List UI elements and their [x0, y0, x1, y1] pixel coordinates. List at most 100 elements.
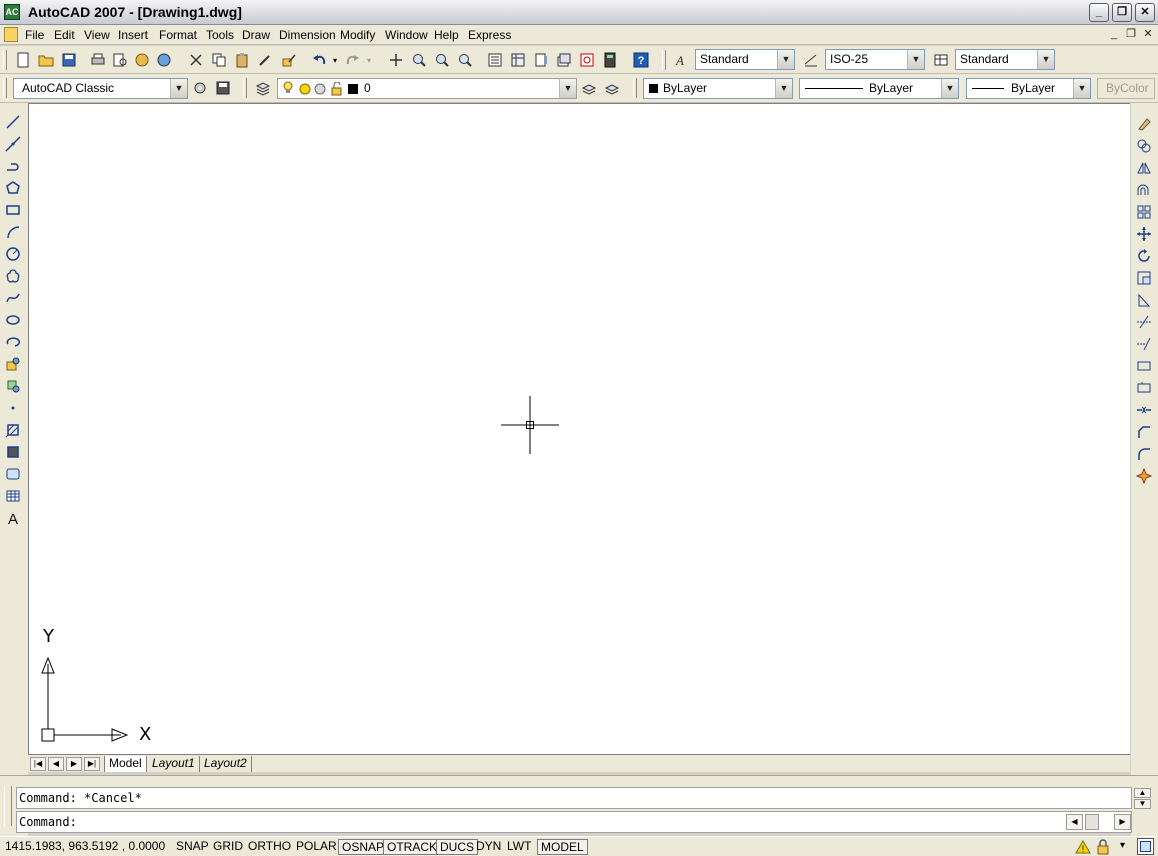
- toolbar-grip[interactable]: [662, 50, 666, 70]
- make-object-layer-current-icon[interactable]: [579, 78, 599, 98]
- autocad-app-icon[interactable]: AC: [4, 4, 20, 20]
- command-input[interactable]: Command:: [16, 811, 1132, 833]
- make-block-icon[interactable]: [3, 376, 23, 396]
- break-at-point-icon[interactable]: [1134, 356, 1154, 376]
- save-workspace-icon[interactable]: [213, 78, 233, 98]
- redo-dropdown-icon[interactable]: ▾: [367, 56, 371, 65]
- layer-unlock-icon[interactable]: [330, 82, 344, 96]
- dyn-toggle[interactable]: DYN: [473, 839, 504, 855]
- tab-layout2[interactable]: Layout2: [200, 756, 252, 772]
- layer-previous-icon[interactable]: [602, 78, 622, 98]
- explode-icon[interactable]: [1134, 466, 1154, 486]
- ortho-toggle[interactable]: ORTHO: [245, 839, 294, 855]
- paste-icon[interactable]: [232, 50, 252, 70]
- table-style-icon[interactable]: [931, 50, 951, 70]
- document-icon[interactable]: [4, 27, 18, 42]
- ellipse-arc-icon[interactable]: [3, 332, 23, 352]
- properties-icon[interactable]: [485, 50, 505, 70]
- chevron-down-icon[interactable]: ▼: [1037, 50, 1054, 69]
- restore-icon[interactable]: ❐: [1112, 3, 1132, 22]
- lwt-toggle[interactable]: LWT: [504, 839, 534, 855]
- menu-help[interactable]: Help: [433, 28, 460, 42]
- menu-view[interactable]: View: [83, 28, 111, 42]
- polygon-icon[interactable]: [3, 178, 23, 198]
- hatch-icon[interactable]: [3, 420, 23, 440]
- menu-edit[interactable]: Edit: [53, 28, 76, 42]
- title-bar[interactable]: AC AutoCAD 2007 - [Drawing1.dwg] _ ❐ ✕: [0, 0, 1158, 25]
- point-icon[interactable]: [3, 398, 23, 418]
- layer-thaw-sun-icon[interactable]: [298, 82, 312, 96]
- polar-toggle[interactable]: POLAR: [293, 839, 340, 855]
- construction-line-icon[interactable]: [3, 134, 23, 154]
- cut-icon[interactable]: [186, 50, 206, 70]
- line-icon[interactable]: [3, 112, 23, 132]
- dimension-style-icon[interactable]: [801, 50, 821, 70]
- rotate-icon[interactable]: [1134, 246, 1154, 266]
- otrack-toggle[interactable]: OTRACK: [383, 839, 442, 855]
- trim-icon[interactable]: [1134, 312, 1154, 332]
- scale-icon[interactable]: [1134, 268, 1154, 288]
- chevron-down-icon[interactable]: ▼: [1073, 79, 1090, 98]
- linetype-control-dropdown[interactable]: ByLayer ▼: [799, 78, 959, 99]
- tool-palettes-icon[interactable]: [531, 50, 551, 70]
- command-window-grip[interactable]: [4, 786, 12, 826]
- copy-object-icon[interactable]: [1134, 136, 1154, 156]
- multiline-text-icon[interactable]: A: [3, 508, 23, 528]
- sheet-set-manager-icon[interactable]: [554, 50, 574, 70]
- layer-on-bulb-icon[interactable]: [282, 81, 294, 95]
- lineweight-control-dropdown[interactable]: ByLayer ▼: [966, 78, 1091, 99]
- plot-icon[interactable]: [88, 50, 108, 70]
- toolbar-grip[interactable]: [633, 78, 637, 98]
- menu-file[interactable]: File: [24, 28, 45, 42]
- table-icon[interactable]: [3, 486, 23, 506]
- menu-insert[interactable]: Insert: [117, 28, 149, 42]
- insert-block-icon[interactable]: [3, 354, 23, 374]
- zoom-previous-icon[interactable]: [455, 50, 475, 70]
- tab-model[interactable]: Model: [104, 756, 147, 772]
- circle-icon[interactable]: [3, 244, 23, 264]
- workspace-dropdown[interactable]: AutoCAD Classic ▼: [13, 78, 188, 99]
- color-control-dropdown[interactable]: ByLayer ▼: [643, 78, 793, 99]
- ducs-toggle[interactable]: DUCS: [436, 839, 479, 855]
- grid-toggle[interactable]: GRID: [210, 839, 246, 855]
- gradient-icon[interactable]: [3, 442, 23, 462]
- toolbar-grip[interactable]: [3, 78, 7, 98]
- menu-modify[interactable]: Modify: [339, 28, 376, 42]
- match-properties-icon[interactable]: [255, 50, 275, 70]
- last-tab-icon[interactable]: ▶|: [84, 757, 100, 771]
- chevron-down-icon[interactable]: ▼: [941, 79, 958, 98]
- copy-icon[interactable]: [209, 50, 229, 70]
- zoom-window-icon[interactable]: [432, 50, 452, 70]
- close-icon[interactable]: ✕: [1135, 3, 1155, 22]
- plot-preview-icon[interactable]: [110, 50, 130, 70]
- layer-dropdown[interactable]: 0 ▼: [277, 78, 577, 99]
- open-icon[interactable]: [36, 50, 56, 70]
- scroll-up-icon[interactable]: ▲: [1134, 788, 1151, 798]
- next-tab-icon[interactable]: ▶: [66, 757, 82, 771]
- redo-icon[interactable]: [343, 50, 363, 70]
- layer-properties-manager-icon[interactable]: [253, 78, 273, 98]
- clean-screen-icon[interactable]: [1137, 838, 1154, 855]
- polyline-icon[interactable]: [3, 156, 23, 176]
- chevron-down-icon[interactable]: ▼: [907, 50, 924, 69]
- menu-tools[interactable]: Tools: [205, 28, 235, 42]
- erase-icon[interactable]: [1134, 114, 1154, 134]
- markup-set-manager-icon[interactable]: [577, 50, 597, 70]
- revision-cloud-icon[interactable]: [3, 266, 23, 286]
- previous-tab-icon[interactable]: ◀: [48, 757, 64, 771]
- move-icon[interactable]: [1134, 224, 1154, 244]
- region-icon[interactable]: [3, 464, 23, 484]
- help-icon[interactable]: ?: [631, 50, 651, 70]
- block-editor-icon[interactable]: [279, 50, 299, 70]
- stretch-icon[interactable]: [1134, 290, 1154, 310]
- array-icon[interactable]: [1134, 202, 1154, 222]
- menu-format[interactable]: Format: [158, 28, 198, 42]
- status-menu-icon[interactable]: ▾: [1120, 840, 1125, 851]
- table-style-dropdown[interactable]: Standard ▼: [955, 49, 1055, 70]
- doc-close-icon[interactable]: ✕: [1141, 28, 1155, 42]
- chamfer-icon[interactable]: [1134, 422, 1154, 442]
- doc-restore-icon[interactable]: ❐: [1124, 28, 1138, 42]
- fillet-icon[interactable]: [1134, 444, 1154, 464]
- pan-realtime-icon[interactable]: [386, 50, 406, 70]
- undo-icon[interactable]: [309, 50, 329, 70]
